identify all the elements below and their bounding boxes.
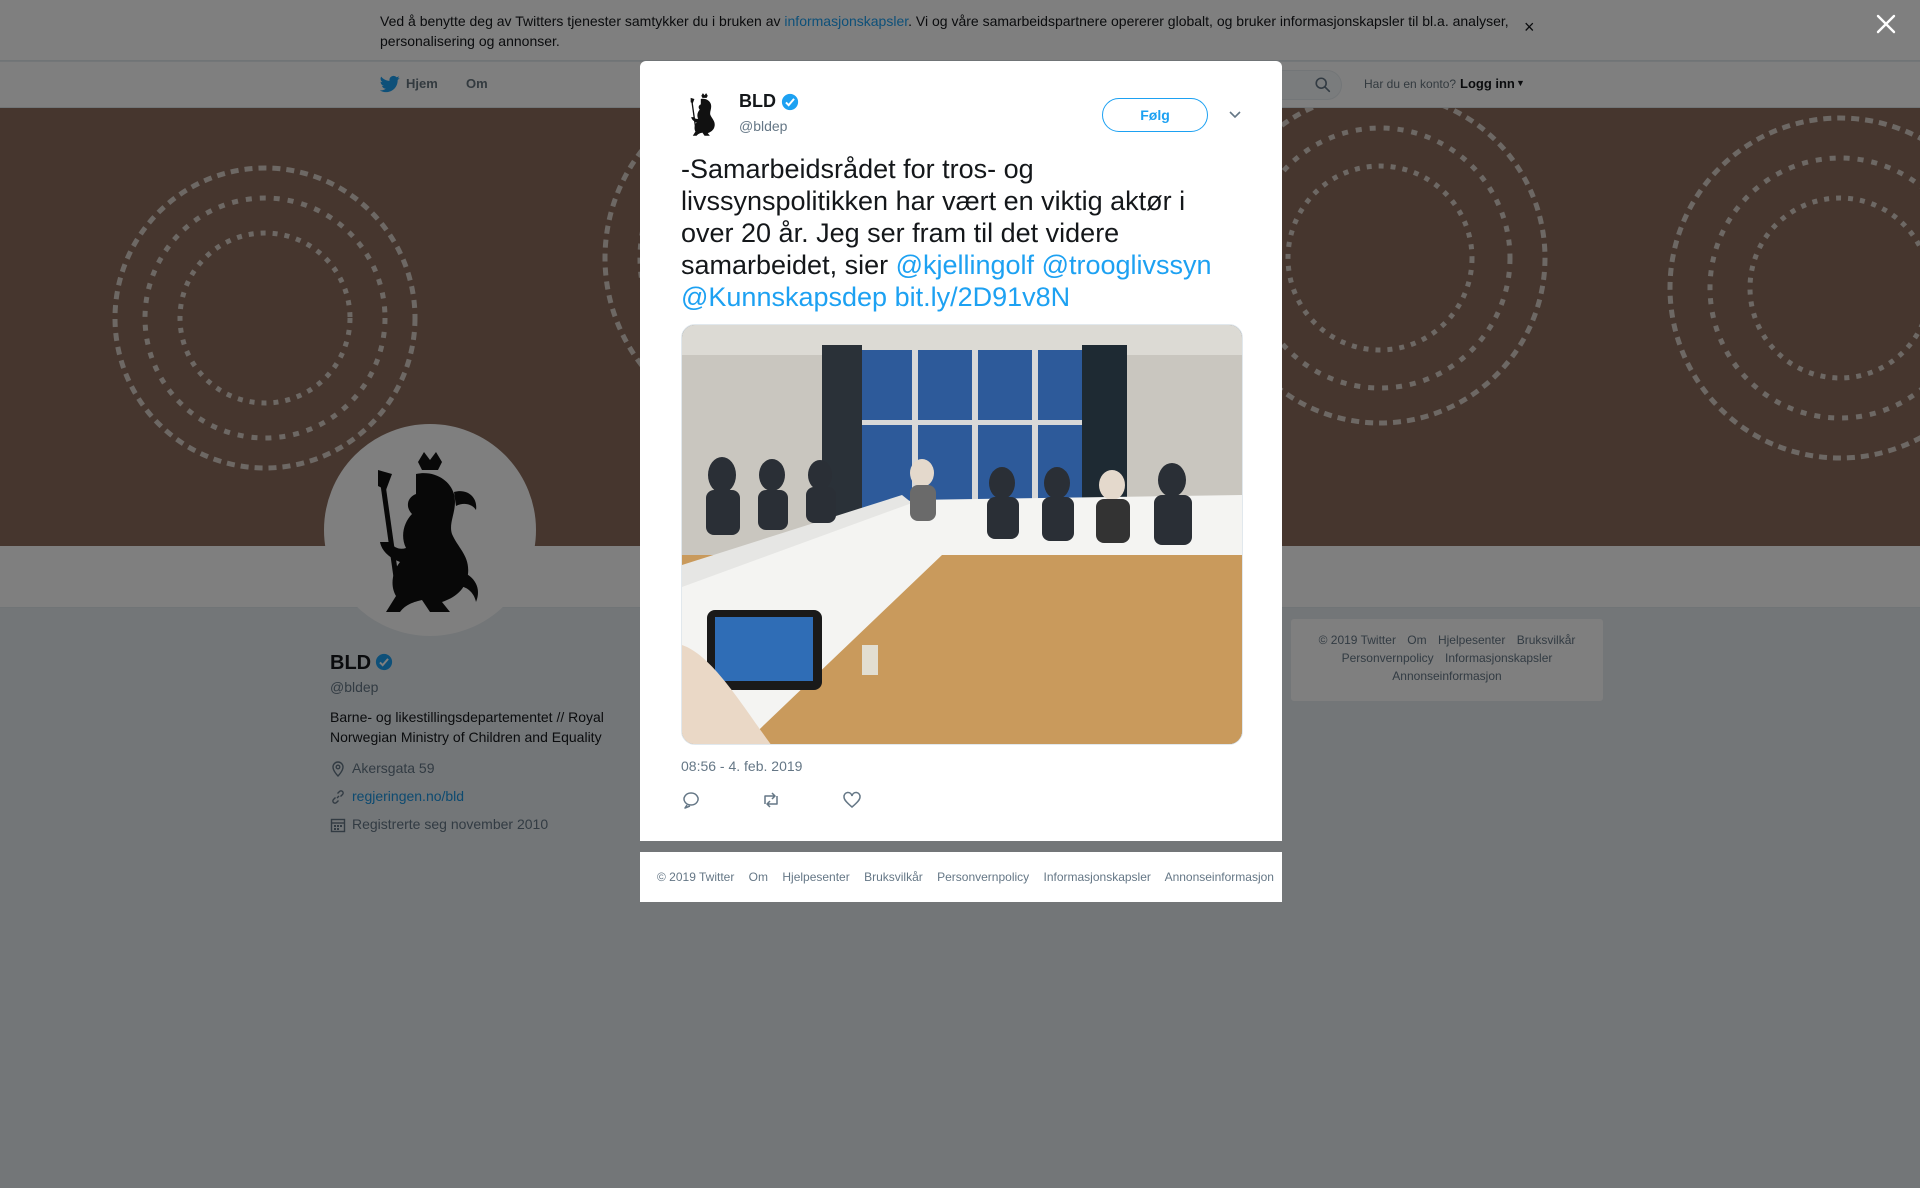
coat-of-arms-logo — [690, 93, 715, 136]
meeting-room-photo — [682, 325, 1242, 744]
reply-icon[interactable] — [681, 790, 701, 810]
modal-footer-link-ads-info[interactable]: Annonseinformasjon — [1165, 870, 1274, 884]
tweet-author-avatar[interactable] — [680, 91, 728, 139]
retweet-icon[interactable] — [761, 790, 781, 810]
chevron-down-icon[interactable] — [1227, 106, 1243, 122]
modal-footer-link-privacy[interactable]: Personvernpolicy — [937, 870, 1029, 884]
tweet-photo[interactable] — [681, 324, 1243, 745]
modal-footer: © 2019 Twitter Om Hjelpesenter Bruksvilk… — [640, 852, 1282, 902]
tweet-url-link[interactable]: bit.ly/2D91v8N — [895, 282, 1071, 312]
modal-footer-copyright: © 2019 Twitter — [657, 870, 735, 884]
follow-button[interactable]: Følg — [1102, 98, 1208, 132]
tweet-author-handle[interactable]: @bldep — [739, 118, 787, 134]
mention-kjellingolf[interactable]: @kjellingolf — [896, 250, 1034, 280]
mention-kunnskapsdep[interactable]: @Kunnskapsdep — [681, 282, 887, 312]
close-icon[interactable] — [1874, 12, 1898, 36]
tweet-text: -Samarbeidsrådet for tros- og livssynspo… — [681, 154, 1212, 312]
mention-trooglivssyn[interactable]: @trooglivssyn — [1042, 250, 1212, 280]
tweet-author-name[interactable]: BLD — [739, 91, 776, 112]
verified-icon — [781, 93, 799, 111]
tweet-modal: BLD @bldep Følg -Samarbeidsrådet for tro… — [640, 61, 1282, 841]
like-icon[interactable] — [842, 790, 862, 810]
tweet-timestamp[interactable]: 08:56 - 4. feb. 2019 — [681, 758, 802, 774]
modal-footer-link-help[interactable]: Hjelpesenter — [782, 870, 849, 884]
modal-footer-link-cookies[interactable]: Informasjonskapsler — [1044, 870, 1151, 884]
modal-footer-link-about[interactable]: Om — [749, 870, 768, 884]
modal-footer-link-terms[interactable]: Bruksvilkår — [864, 870, 923, 884]
